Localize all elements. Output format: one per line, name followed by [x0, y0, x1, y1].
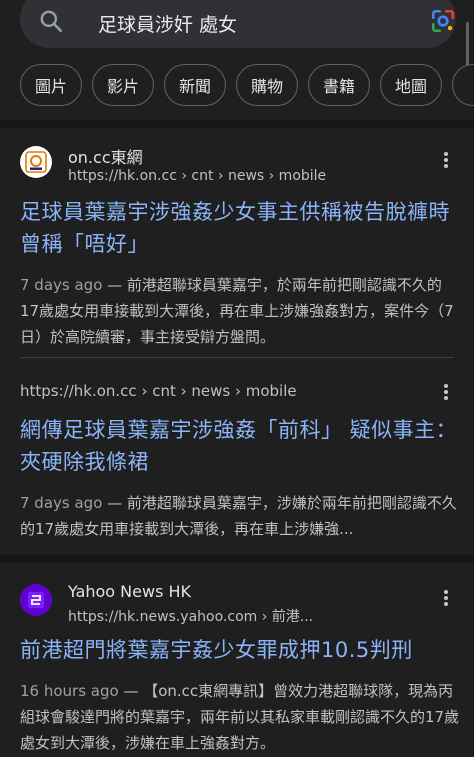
oncc-favicon — [20, 146, 52, 178]
google-lens-icon[interactable] — [430, 8, 456, 34]
search-query[interactable]: 足球員涉奸 處女 — [98, 10, 237, 37]
result-age: 7 days ago — [20, 276, 103, 294]
result-age: 16 hours ago — [20, 682, 119, 700]
chip-books[interactable]: 書籍 — [308, 64, 370, 106]
site-name: on.cc東網 — [68, 148, 143, 167]
search-result: https://hk.on.cc › cnt › news › mobile 網… — [20, 380, 460, 542]
chip-images[interactable]: 圖片 — [20, 64, 82, 106]
site-url: https://hk.news.yahoo.com › 前港... — [68, 609, 314, 625]
chip-shopping[interactable]: 購物 — [236, 64, 298, 106]
result-source[interactable]: https://hk.on.cc › cnt › news › mobile — [20, 380, 460, 414]
search-results-page: 足球員涉奸 處女 圖片 影片 新聞 購物 書籍 地圖 航 — [0, 0, 474, 757]
site-name: Yahoo News HK — [68, 582, 192, 601]
result-title[interactable]: 前港超門將葉嘉宇姦少女罪成押10.5判刑 — [20, 634, 460, 666]
result-title[interactable]: 網傳足球員葉嘉宇涉強姦「前科」 疑似事主：夾硬除我條裙 — [20, 414, 460, 478]
more-options-icon[interactable] — [436, 380, 456, 404]
section-divider — [0, 120, 474, 128]
result-snippet: 7 days ago — 前港超聯球員葉嘉宇，於兩年前把剛認識不久的17歲處女用… — [20, 272, 460, 350]
chip-flights[interactable]: 航 — [452, 64, 474, 106]
search-result: on.cc東網 https://hk.on.cc › cnt › news › … — [20, 142, 460, 350]
section-divider — [0, 555, 474, 563]
more-options-icon[interactable] — [436, 586, 456, 610]
more-options-icon[interactable] — [436, 148, 456, 172]
result-source[interactable]: Yahoo News HK https://hk.news.yahoo.com … — [20, 580, 460, 628]
result-age: 7 days ago — [20, 494, 103, 512]
search-result: Yahoo News HK https://hk.news.yahoo.com … — [20, 580, 460, 756]
chip-maps[interactable]: 地圖 — [380, 64, 442, 106]
result-source[interactable]: on.cc東網 https://hk.on.cc › cnt › news › … — [20, 142, 460, 190]
yahoo-favicon — [20, 584, 52, 616]
site-url: https://hk.on.cc › cnt › news › mobile — [20, 382, 297, 400]
search-icon[interactable] — [38, 8, 64, 34]
site-url: https://hk.on.cc › cnt › news › mobile — [68, 168, 327, 184]
chip-videos[interactable]: 影片 — [92, 64, 154, 106]
filter-chips: 圖片 影片 新聞 購物 書籍 地圖 航 — [20, 64, 474, 106]
chip-news[interactable]: 新聞 — [164, 64, 226, 106]
result-title[interactable]: 足球員葉嘉宇涉強姦少女事主供稱被告脫褲時曾稱「唔好」 — [20, 196, 460, 260]
result-separator — [20, 357, 454, 358]
result-snippet: 7 days ago — 前港超聯球員葉嘉宇，涉嫌於兩年前把剛認識不久的17歲處… — [20, 490, 460, 542]
result-snippet: 16 hours ago — 【on.cc東網專訊】曾效力港超聯球隊，現為丙組球… — [20, 678, 460, 756]
search-bar[interactable]: 足球員涉奸 處女 — [20, 0, 456, 48]
